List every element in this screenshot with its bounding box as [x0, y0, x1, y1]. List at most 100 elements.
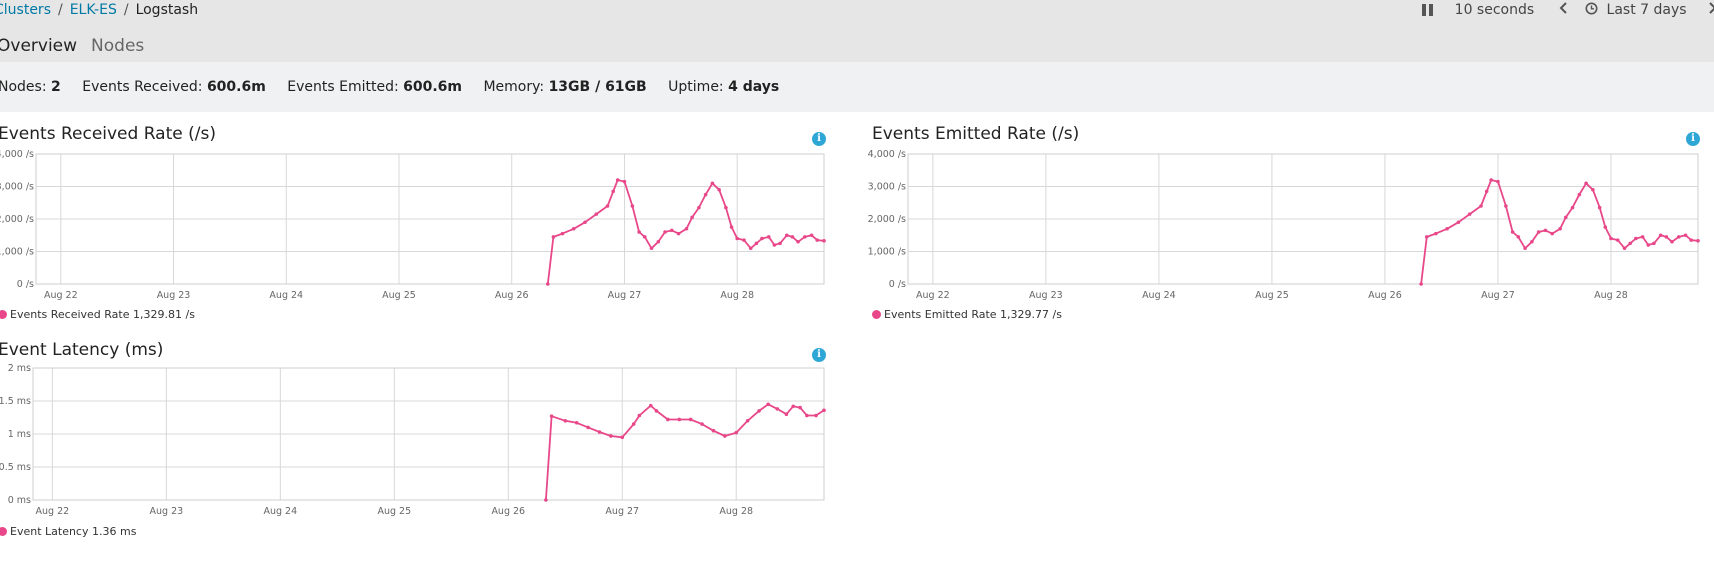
x-tick-label: Aug 23 [1029, 290, 1063, 301]
data-point [1664, 235, 1669, 239]
y-tick-label: 2,000 /s [868, 214, 906, 225]
data-point [775, 407, 780, 411]
data-point [697, 205, 701, 210]
data-point [648, 403, 653, 408]
data-point [637, 230, 641, 234]
data-point [724, 205, 728, 210]
data-point [748, 246, 753, 251]
x-tick-label: Aug 24 [263, 506, 297, 517]
clock-icon [1585, 2, 1598, 19]
data-point [622, 179, 627, 184]
data-point [1433, 231, 1438, 236]
time-controls: 10 seconds Last 7 days [1410, 1, 1714, 19]
stat-label: Nodes: [0, 79, 47, 95]
stat-label: Events Emitted: [287, 79, 399, 95]
y-tick-label: 0 /s [17, 279, 34, 290]
chart-panel-events-received: Events Received Rate (/s) i 0 /s 1,000 /s… [0, 124, 830, 321]
data-point [745, 419, 750, 423]
data-point [735, 236, 739, 241]
data-point [1516, 235, 1521, 239]
data-point [1563, 215, 1568, 220]
chart-title: Events Received Rate (/s) [0, 124, 216, 144]
stat-memory: Memory: 13GB / 61GB [483, 79, 646, 95]
stat-value: 600.6m [403, 79, 463, 95]
data-point [1640, 235, 1645, 239]
tab-nodes[interactable]: Nodes [91, 36, 144, 62]
time-range-picker[interactable]: Last 7 days [1607, 2, 1687, 18]
data-point [1558, 226, 1562, 231]
x-tick-label: Aug 24 [269, 290, 303, 301]
data-point [803, 235, 807, 239]
data-point [822, 238, 826, 243]
data-point [757, 409, 761, 413]
pause-icon[interactable] [1422, 4, 1434, 16]
stat-uptime: Uptime: 4 days [668, 79, 779, 95]
data-point [1530, 239, 1534, 244]
data-point [1510, 230, 1515, 234]
data-point [1634, 236, 1638, 241]
y-tick-label: 1.5 ms [0, 396, 31, 407]
data-point [1496, 179, 1500, 184]
stat-value: 4 days [728, 79, 780, 95]
data-point [814, 413, 818, 418]
plot-frame [907, 153, 1699, 285]
data-point [1504, 204, 1508, 208]
breadcrumb-separator: / [123, 2, 129, 18]
y-tick-label: 2,000 /s [0, 214, 34, 225]
data-point [684, 226, 689, 231]
info-icon[interactable]: i [812, 348, 826, 362]
x-tick-label: Aug 28 [720, 290, 754, 301]
chevron-right-icon[interactable] [1707, 1, 1714, 19]
data-point [1603, 225, 1608, 229]
breadcrumb-cluster[interactable]: ELK-ES [70, 2, 117, 18]
data-point [1424, 235, 1429, 239]
summary-bar: Nodes: 2 Events Received: 600.6m Events … [0, 62, 1714, 112]
data-point [717, 187, 721, 192]
info-icon[interactable]: i [1686, 132, 1700, 146]
chart-legend: Events Received Rate 1,329.81 /s [0, 308, 195, 321]
data-point [546, 282, 550, 286]
data-point [1419, 282, 1423, 286]
series-line [545, 403, 825, 501]
data-point [790, 235, 795, 239]
series-line [1420, 179, 1699, 285]
breadcrumb-current: Logstash [135, 2, 199, 18]
chevron-left-icon[interactable] [1559, 1, 1569, 19]
top-bar: Clusters / ELK-ES / Logstash Overview Nodes 1… [0, 0, 1714, 64]
stat-label: Events Received: [82, 79, 203, 95]
data-point [700, 422, 704, 426]
data-point [656, 239, 661, 244]
tab-overview[interactable]: Overview [0, 36, 78, 64]
chart-legend: Event Latency 1.36 ms [0, 525, 136, 538]
data-point [1536, 230, 1541, 234]
y-tick-label: 0.5 ms [0, 462, 31, 473]
data-point [1445, 226, 1449, 231]
data-point [666, 417, 670, 422]
data-point [798, 405, 802, 410]
data-point [1696, 238, 1700, 243]
x-tick-label: Aug 25 [382, 290, 416, 301]
plot-frame [35, 153, 825, 285]
legend-dot [0, 310, 7, 319]
chart-panel-events-emitted: Events Emitted Rate (/s) i 0 /s 1,000 /s 2… [868, 124, 1714, 321]
x-tick-label: Aug 22 [44, 290, 78, 301]
data-point [1456, 220, 1461, 225]
data-point [611, 189, 615, 194]
legend-label: Events Received Rate 1,329.81 /s [10, 308, 195, 321]
refresh-interval[interactable]: 10 seconds [1455, 2, 1535, 18]
data-point [1670, 239, 1674, 244]
data-point [760, 236, 764, 241]
data-point [609, 434, 613, 438]
stat-events-received: Events Received: 600.6m [82, 79, 266, 95]
data-point [710, 181, 715, 186]
breadcrumb-clusters[interactable]: Clusters [0, 2, 51, 18]
data-point [1658, 233, 1663, 238]
data-point [1646, 243, 1651, 247]
data-point [1479, 204, 1483, 208]
y-tick-label: 2 ms [8, 363, 31, 374]
data-point [597, 430, 602, 434]
x-tick-label: Aug 25 [377, 506, 411, 517]
data-point [1591, 187, 1595, 192]
info-icon[interactable]: i [812, 132, 826, 146]
data-point [1622, 246, 1627, 251]
